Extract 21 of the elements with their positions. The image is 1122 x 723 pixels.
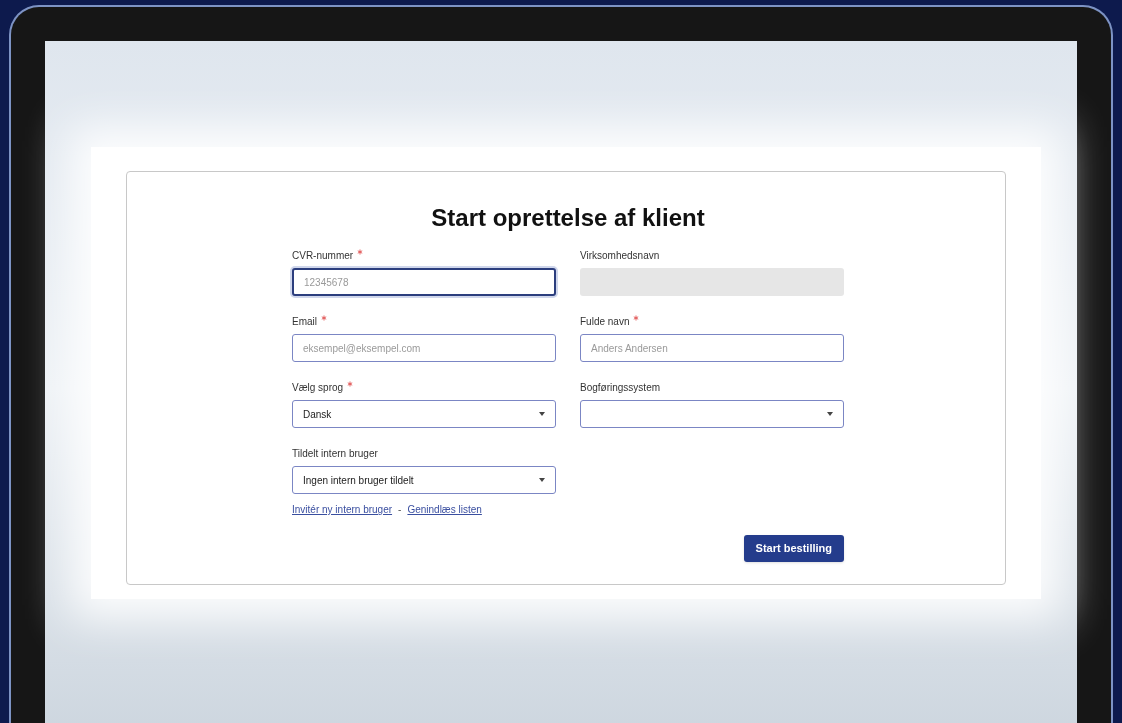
field-label: CVR-nummer bbox=[292, 249, 354, 263]
dropdown[interactable] bbox=[580, 400, 844, 428]
field-label: Email bbox=[292, 315, 317, 329]
text-field[interactable]: Anders Andersen bbox=[580, 334, 844, 362]
text-field[interactable]: eksempel@eksempel.com bbox=[292, 334, 556, 362]
link[interactable]: Invitér ny intern bruger bbox=[292, 502, 393, 517]
dropdown[interactable]: Dansk bbox=[292, 400, 556, 428]
caret-icon bbox=[827, 412, 833, 416]
caret-icon bbox=[539, 478, 545, 482]
field-label: Fulde navn bbox=[580, 315, 630, 329]
link[interactable]: Genindlæs listen bbox=[407, 502, 482, 517]
start-order-button[interactable]: Start bestilling bbox=[743, 535, 844, 562]
field-label: Virksomhedsnavn bbox=[580, 249, 660, 263]
field-label: Bogføringssystem bbox=[580, 381, 661, 395]
dropdown[interactable]: Ingen intern bruger tildelt bbox=[292, 466, 556, 494]
field-label: Vælg sprog bbox=[292, 381, 344, 395]
link-separator: - bbox=[398, 503, 402, 517]
form-title: Start oprettelse af klient bbox=[430, 203, 706, 233]
text-field[interactable]: 12345678 bbox=[292, 268, 556, 296]
field-label: Tildelt intern bruger bbox=[292, 447, 378, 461]
caret-icon bbox=[539, 412, 545, 416]
